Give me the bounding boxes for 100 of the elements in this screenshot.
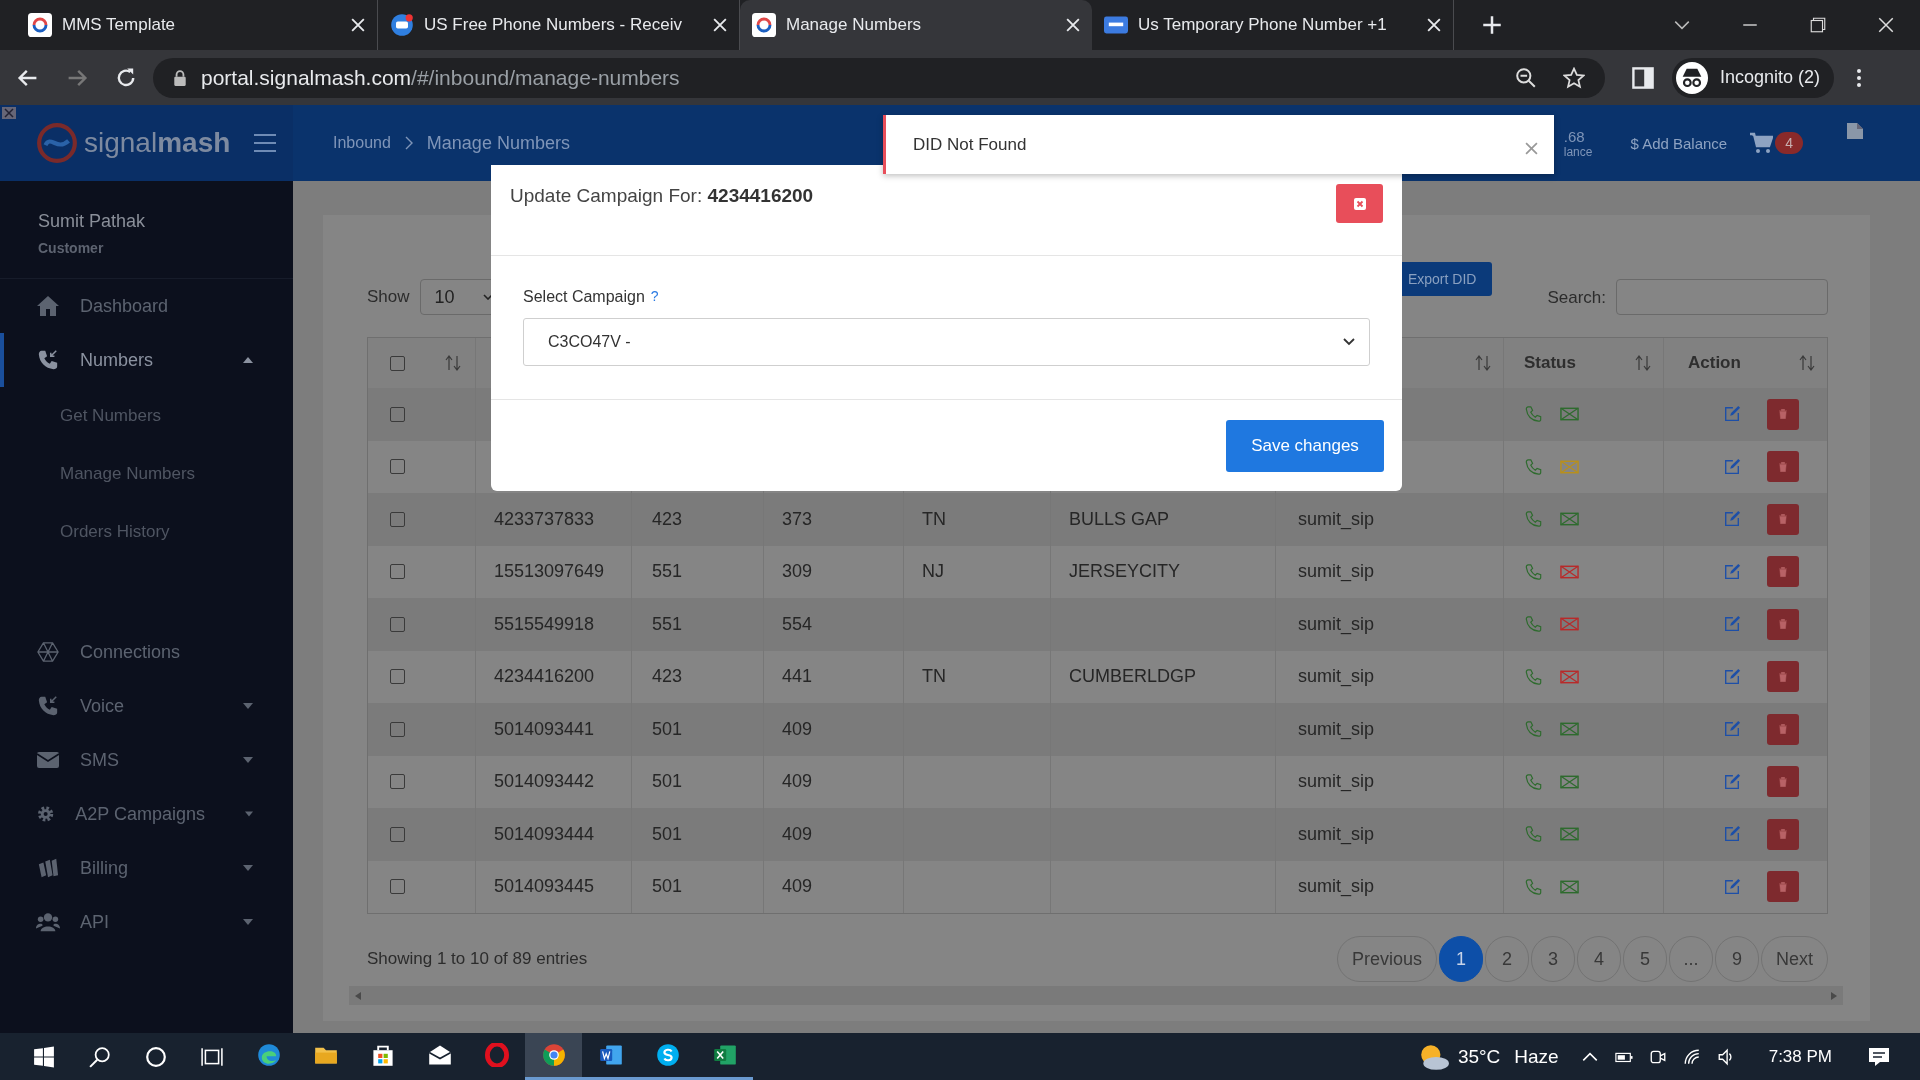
star-icon[interactable] (1563, 66, 1585, 89)
row-checkbox[interactable] (390, 669, 405, 685)
table-cell: 501 (652, 718, 683, 740)
breadcrumb-item[interactable]: Inbound (333, 134, 391, 152)
notifications-icon[interactable] (1868, 1046, 1890, 1067)
row-checkbox[interactable] (390, 511, 405, 527)
delete-button[interactable] (1767, 556, 1799, 588)
sidebar-item[interactable]: A2P Campaigns (0, 787, 293, 841)
windows-start-icon[interactable] (33, 1045, 55, 1068)
restore-icon[interactable] (1809, 16, 1827, 34)
delete-button[interactable] (1767, 398, 1799, 430)
table-cell: sumit_sip (1298, 508, 1375, 530)
sort-icon[interactable] (1799, 354, 1815, 372)
table-cell: TN (922, 666, 946, 688)
edit-icon[interactable] (1723, 405, 1741, 424)
edit-icon[interactable] (1723, 562, 1741, 581)
row-checkbox[interactable] (390, 879, 405, 895)
lock-icon (173, 69, 187, 86)
table-cell: 309 (782, 561, 813, 583)
save-button[interactable]: Save changes (1226, 420, 1384, 472)
new-tab-icon[interactable] (1482, 15, 1502, 35)
row-checkbox[interactable] (390, 721, 405, 737)
row-checkbox[interactable] (390, 826, 405, 842)
sidebar-item[interactable]: API (0, 895, 293, 949)
excel-icon (712, 1043, 737, 1067)
users-icon (36, 911, 60, 933)
edit-icon[interactable] (1723, 667, 1741, 686)
edit-icon[interactable] (1723, 457, 1741, 476)
profile-button[interactable]: Incognito (2) (1672, 57, 1835, 98)
phone-icon (1524, 562, 1543, 581)
weather-condition[interactable]: Haze (1514, 1045, 1559, 1068)
delete-button[interactable] (1767, 661, 1799, 693)
sidebar-subitem[interactable]: Get Numbers (0, 387, 293, 445)
row-checkbox[interactable] (390, 774, 405, 790)
sort-icon[interactable] (1475, 354, 1491, 372)
sidebar-item[interactable]: Voice (0, 679, 293, 733)
column-header[interactable]: Action (1688, 353, 1741, 373)
edit-icon[interactable] (1723, 615, 1741, 634)
sidebar-item[interactable]: Connections (0, 625, 293, 679)
sidebar-subitem[interactable]: Manage Numbers (0, 445, 293, 503)
table-cell: 551 (652, 561, 683, 583)
side-panel-icon[interactable] (1631, 65, 1655, 90)
sort-icon[interactable] (1635, 354, 1651, 372)
sidebar-item[interactable]: Billing (0, 841, 293, 895)
help-link[interactable]: ? (650, 288, 659, 306)
wifi-icon[interactable] (1682, 1047, 1701, 1066)
user-role: Customer (38, 240, 105, 256)
cart-icon[interactable] (1749, 132, 1774, 154)
caret-down-icon (243, 865, 253, 871)
edit-icon[interactable] (1723, 877, 1741, 896)
sidebar-item[interactable]: Dashboard (0, 279, 293, 333)
clock[interactable]: 7:38 PM (1768, 1046, 1832, 1067)
browser-tab[interactable]: Manage Numbers (740, 0, 1092, 50)
horizontal-scrollbar[interactable] (349, 986, 1843, 1005)
table-cell: 501 (652, 771, 683, 793)
scroll-left-icon[interactable] (355, 991, 361, 1000)
campaign-select[interactable]: C3CO47V - (523, 318, 1370, 366)
row-checkbox[interactable] (390, 459, 405, 475)
scroll-right-icon[interactable] (1831, 991, 1837, 1000)
edit-icon[interactable] (1723, 720, 1741, 739)
chevron-right-icon (404, 136, 413, 150)
sort-icon[interactable] (445, 354, 461, 372)
breadcrumb-item[interactable]: Manage Numbers (426, 132, 570, 154)
caret-up-icon (243, 357, 253, 363)
delete-button[interactable] (1767, 871, 1799, 903)
add-balance-link[interactable]: $ Add Balance (1630, 134, 1728, 152)
temperature[interactable]: 35°C (1457, 1045, 1501, 1068)
sidebar-item[interactable]: SMS (0, 733, 293, 787)
row-checkbox[interactable] (390, 406, 405, 422)
table-cell: sumit_sip (1298, 771, 1375, 793)
delete-button[interactable] (1767, 608, 1799, 640)
sidebar-subitem[interactable]: Orders History (0, 503, 293, 561)
bars-icon (36, 857, 60, 879)
pagination-button[interactable]: 1 (1439, 936, 1483, 982)
zoom-icon[interactable] (1515, 66, 1537, 89)
table-cell: sumit_sip (1298, 718, 1375, 740)
toast-message: DID Not Found (913, 134, 1027, 155)
table-cell: sumit_sip (1298, 613, 1375, 635)
circle-icon[interactable] (145, 1045, 167, 1068)
table-cell: 409 (782, 771, 813, 793)
edit-icon[interactable] (1723, 825, 1741, 844)
close-button[interactable] (1336, 184, 1383, 223)
address-field[interactable]: portal.signalmash.com/#/inbound/manage-numbers (153, 57, 1605, 98)
menu-icon[interactable] (1856, 66, 1863, 89)
task-view-icon[interactable] (201, 1045, 223, 1068)
edit-icon[interactable] (1723, 510, 1741, 529)
delete-button[interactable] (1767, 818, 1799, 850)
select-all-checkbox[interactable] (390, 355, 405, 371)
row-checkbox[interactable] (390, 616, 405, 632)
search-field[interactable] (1616, 279, 1828, 315)
column-header[interactable]: Status (1524, 353, 1576, 373)
row-checkbox[interactable] (390, 564, 405, 580)
delete-button[interactable] (1767, 503, 1799, 535)
edit-icon[interactable] (1723, 772, 1741, 791)
search-icon[interactable] (89, 1045, 111, 1068)
delete-button[interactable] (1767, 766, 1799, 798)
delete-button[interactable] (1767, 451, 1799, 483)
table-cell: 409 (782, 718, 813, 740)
delete-button[interactable] (1767, 713, 1799, 745)
envelope-icon (36, 749, 60, 771)
